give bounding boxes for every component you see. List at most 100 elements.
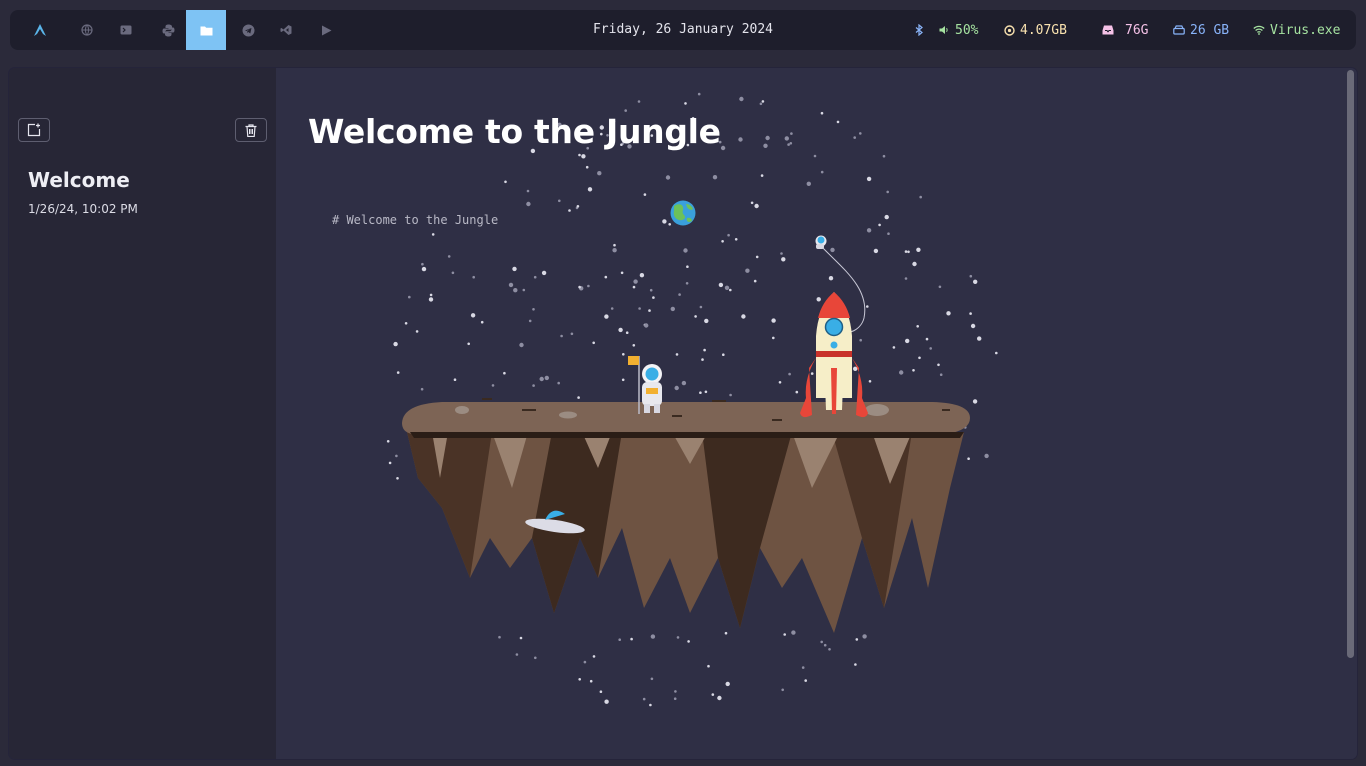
- star: [662, 219, 667, 224]
- star: [532, 384, 535, 387]
- star: [467, 342, 470, 346]
- floating-island: [402, 398, 970, 633]
- workspace-folder[interactable]: [186, 10, 226, 50]
- vscode-icon: [280, 25, 292, 35]
- star: [727, 233, 730, 237]
- star: [912, 261, 917, 267]
- star: [587, 284, 590, 288]
- star: [745, 268, 750, 273]
- star: [791, 630, 796, 635]
- star: [866, 305, 869, 308]
- star: [854, 663, 857, 666]
- star: [899, 370, 904, 375]
- star: [684, 102, 687, 105]
- star: [761, 100, 765, 103]
- star: [668, 223, 671, 226]
- star: [804, 679, 807, 682]
- star: [887, 232, 890, 235]
- star: [665, 175, 671, 180]
- star: [633, 279, 638, 284]
- star: [729, 288, 732, 292]
- star: [649, 703, 652, 707]
- memory-icon: [1004, 24, 1015, 36]
- star: [739, 96, 744, 102]
- storage-indicator[interactable]: 76G: [1102, 10, 1148, 50]
- workspace-vscode[interactable]: [266, 10, 306, 50]
- star: [618, 638, 621, 641]
- arch-logo-icon[interactable]: [20, 10, 60, 50]
- star: [388, 461, 392, 465]
- star: [642, 697, 646, 701]
- star: [681, 380, 687, 386]
- star: [386, 440, 390, 443]
- star: [404, 322, 408, 325]
- top-bar: Friday, 26 January 2024 50% 4.07GB 76G 2…: [10, 10, 1356, 50]
- workspace-python[interactable]: [148, 10, 188, 50]
- star: [801, 666, 805, 669]
- star: [790, 132, 793, 135]
- memory-indicator[interactable]: 4.07GB: [1004, 10, 1067, 50]
- disk-indicator[interactable]: 26 GB: [1173, 10, 1229, 50]
- star: [886, 190, 889, 194]
- star: [621, 378, 625, 382]
- star: [558, 199, 561, 203]
- star: [816, 297, 821, 302]
- star: [453, 378, 457, 382]
- star: [512, 266, 517, 272]
- star: [828, 276, 834, 281]
- star: [707, 664, 710, 668]
- star: [625, 331, 629, 335]
- star: [967, 457, 970, 461]
- bluetooth-indicator[interactable]: [915, 10, 929, 50]
- star: [638, 307, 641, 310]
- play-icon: [321, 25, 331, 35]
- workspace-globe[interactable]: [67, 10, 107, 50]
- star: [674, 690, 677, 693]
- star: [868, 380, 872, 383]
- star: [828, 648, 831, 651]
- document-title[interactable]: Welcome to the Jungle: [308, 112, 721, 151]
- workspace-terminal[interactable]: [106, 10, 146, 50]
- star: [534, 656, 537, 660]
- star: [652, 296, 655, 299]
- space-illustration: [386, 92, 998, 707]
- network-indicator[interactable]: Virus.exe: [1253, 10, 1340, 50]
- markdown-source-line[interactable]: # Welcome to the Jungle: [332, 213, 498, 227]
- folder-icon: [200, 26, 212, 35]
- star: [429, 293, 433, 297]
- star: [711, 693, 715, 696]
- star: [699, 391, 702, 395]
- star: [533, 275, 537, 279]
- star: [526, 201, 531, 207]
- star: [528, 319, 532, 323]
- star: [613, 243, 616, 247]
- star: [946, 311, 951, 316]
- workspace-play[interactable]: [306, 10, 346, 50]
- star: [678, 293, 681, 296]
- delete-note-button[interactable]: [235, 118, 267, 142]
- workspace-telegram[interactable]: [228, 10, 268, 50]
- star: [783, 633, 786, 636]
- star: [504, 180, 507, 184]
- new-note-button[interactable]: [18, 118, 50, 142]
- star: [491, 384, 495, 387]
- star: [597, 171, 602, 176]
- editor-pane[interactable]: Welcome to the Jungle # Welcome to the J…: [276, 68, 1357, 759]
- star: [519, 342, 524, 348]
- memory-value: 4.07GB: [1020, 22, 1067, 38]
- star: [513, 288, 518, 293]
- star: [884, 214, 889, 220]
- star: [408, 295, 411, 299]
- star: [862, 634, 867, 639]
- inbox-icon: [1102, 25, 1114, 35]
- note-date: 1/26/24, 10:02 PM: [28, 202, 138, 216]
- star: [519, 636, 523, 640]
- star: [583, 660, 587, 664]
- scrollbar[interactable]: [1347, 70, 1354, 658]
- star: [604, 699, 609, 704]
- star: [810, 372, 814, 375]
- star: [431, 233, 435, 236]
- volume-indicator[interactable]: 50%: [939, 10, 978, 50]
- star: [557, 381, 560, 385]
- star: [687, 640, 690, 643]
